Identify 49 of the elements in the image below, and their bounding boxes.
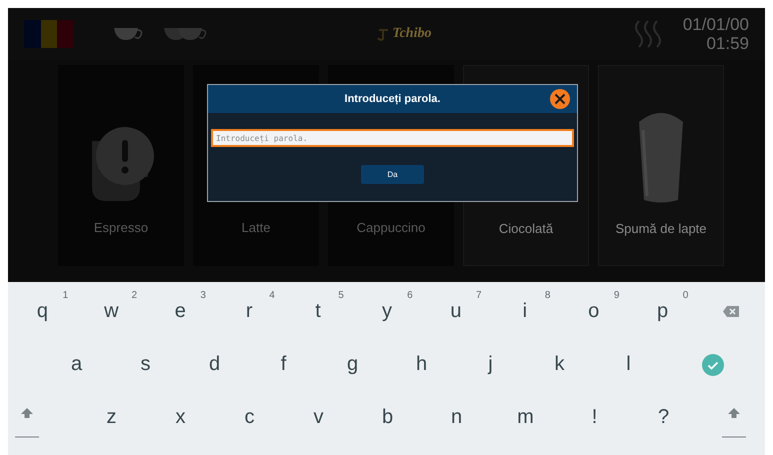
letter-key[interactable]: ? [629,391,698,444]
key-hint: 5 [338,290,344,301]
letter-key[interactable]: k [525,338,594,391]
letter-key[interactable]: j [456,338,525,391]
key-hint: 9 [614,290,620,301]
key-hint: 4 [269,290,275,301]
letter-key[interactable]: c [215,391,284,444]
drink-name: Latte [242,220,270,235]
key-hint: 6 [407,290,413,301]
dialog-title: Introduceți parola. [344,93,440,105]
drink-name: Cappuccino [356,220,426,235]
key-hint: 0 [682,290,688,301]
key-hint: 7 [476,290,482,301]
letter-key[interactable]: a [42,338,111,391]
key-hint: 1 [62,290,68,301]
time-text: 01:59 [706,34,749,53]
letter-key[interactable]: m [491,391,560,444]
two-cups-icon[interactable] [164,26,208,42]
letter-key[interactable]: g [318,338,387,391]
letter-key[interactable]: h [387,338,456,391]
key-hint: 2 [131,290,138,301]
confirm-button[interactable]: Da [361,165,424,184]
letter-key[interactable]: n [422,391,491,444]
date-text: 01/01/00 [682,15,749,34]
backspace-icon[interactable] [723,306,740,317]
letter-key[interactable]: x [146,391,215,444]
flag-icon[interactable] [24,20,74,48]
brand-logo: Tchibo [392,26,432,42]
letter-key[interactable]: l [594,338,663,391]
letter-key[interactable]: v [284,391,353,444]
letter-key[interactable]: ! [560,391,629,444]
drink-tile[interactable]: Spumă de lapte [598,65,724,266]
letter-key[interactable]: b [353,391,422,444]
drink-name: Ciocolată [498,221,554,236]
letter-key[interactable]: d [180,338,249,391]
key-hint: 3 [200,290,206,301]
letter-key[interactable]: s [111,338,180,391]
letter-key[interactable]: f [249,338,318,391]
done-icon[interactable] [702,354,724,376]
close-icon[interactable] [550,89,570,109]
letter-key[interactable]: z [77,391,146,444]
shift-icon[interactable] [722,405,746,439]
drink-name: Espresso [94,220,148,235]
password-field[interactable]: Introduceți parola. [211,129,574,147]
shift-icon[interactable] [15,405,39,439]
drink-name: Spumă de lapte [615,221,707,236]
key-hint: 8 [544,290,550,301]
bean-logo-icon [377,27,390,41]
cup-icon[interactable] [114,26,144,42]
